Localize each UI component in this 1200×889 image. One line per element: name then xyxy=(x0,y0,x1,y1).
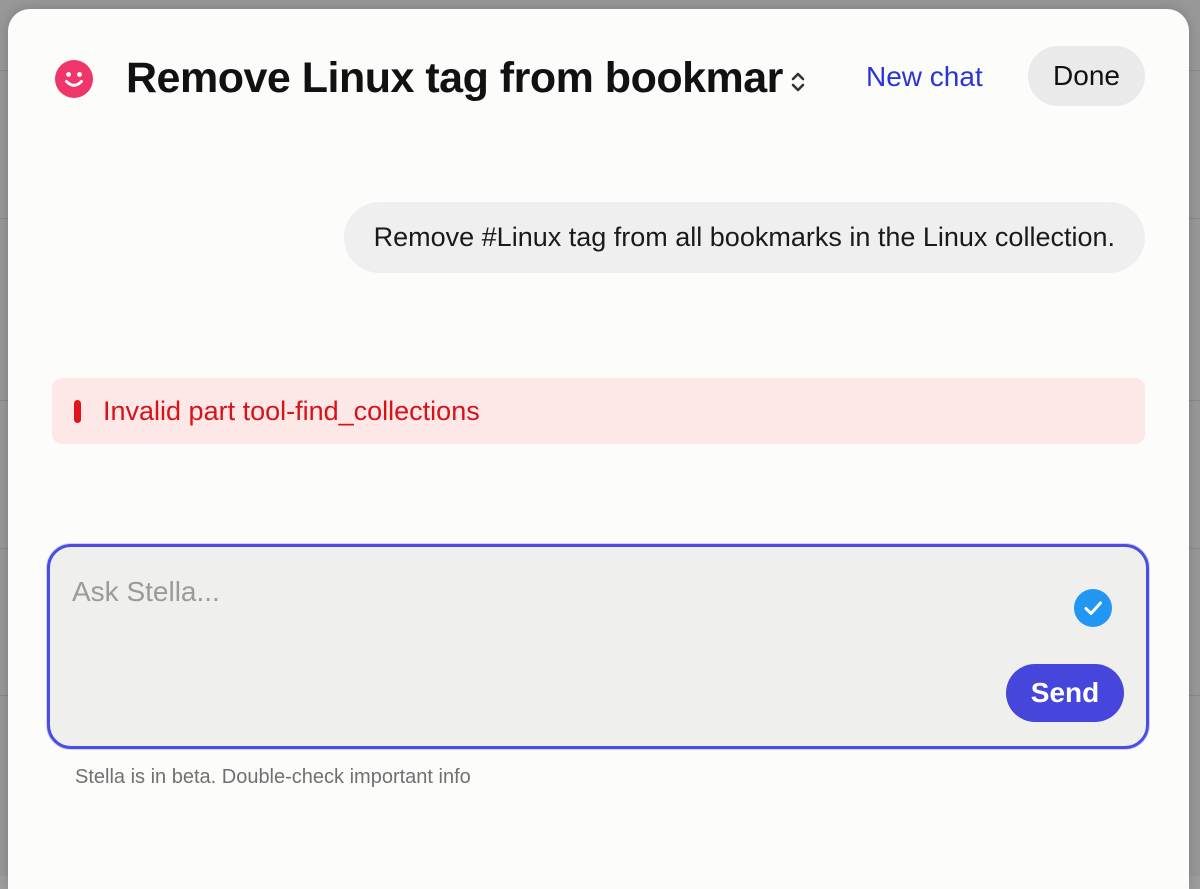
chat-title[interactable]: Remove Linux tag from bookmar xyxy=(126,54,783,103)
message-composer[interactable]: Send xyxy=(47,544,1149,749)
error-text: Invalid part tool-find_collections xyxy=(103,395,480,426)
user-message-bubble: Remove #Linux tag from all bookmarks in … xyxy=(343,202,1145,273)
smiley-face-icon xyxy=(55,60,93,98)
chevron-up-down-icon[interactable] xyxy=(790,69,806,95)
error-message: Invalid part tool-find_collections xyxy=(52,378,1145,444)
checkmark-circle-icon[interactable] xyxy=(1074,589,1112,627)
done-button[interactable]: Done xyxy=(1028,46,1145,106)
ask-input[interactable] xyxy=(72,567,1052,617)
error-bar-icon xyxy=(74,399,81,423)
beta-disclaimer: Stella is in beta. Double-check importan… xyxy=(75,766,471,788)
chat-sheet: Remove Linux tag from bookmar New chat D… xyxy=(8,9,1189,889)
send-button[interactable]: Send xyxy=(1006,664,1124,722)
chat-header: Remove Linux tag from bookmar New chat D… xyxy=(8,45,1189,125)
new-chat-link[interactable]: New chat xyxy=(866,61,983,93)
